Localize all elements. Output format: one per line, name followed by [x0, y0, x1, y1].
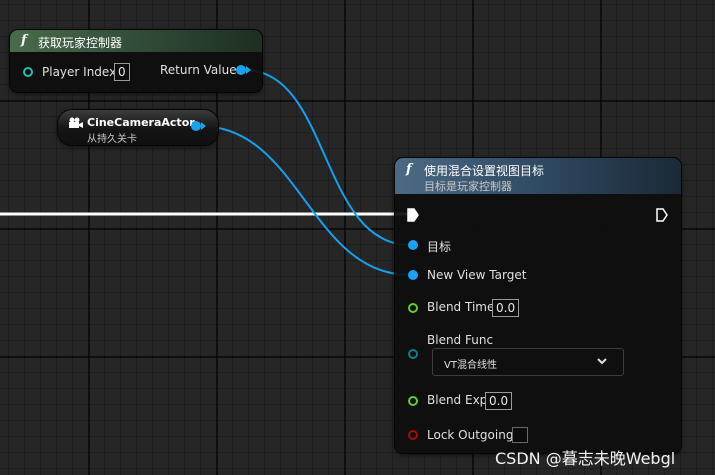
wire-return-value-to-target	[244, 69, 411, 246]
new-view-target-pin[interactable]	[408, 270, 418, 280]
blend-func-dropdown[interactable]: VT混合线性	[432, 348, 624, 376]
blend-time-label: Blend Time	[427, 300, 495, 314]
target-pin[interactable]	[408, 240, 418, 250]
lock-outgoing-checkbox[interactable]	[512, 427, 528, 443]
blend-time-input[interactable]: 0.0	[492, 299, 520, 317]
blend-exp-label: Blend Exp	[427, 393, 488, 407]
blend-func-selected-value: VT混合线性	[444, 360, 497, 371]
blend-time-pin[interactable]	[408, 303, 418, 313]
node-title: 获取玩家控制器	[38, 36, 123, 50]
function-icon: f	[406, 162, 412, 177]
return-value-pin[interactable]	[236, 65, 246, 75]
wire-camera-to-new-view-target	[199, 125, 411, 276]
return-value-arrow-icon	[246, 66, 251, 74]
blend-exp-input[interactable]: 0.0	[485, 392, 513, 410]
target-label: 目标	[427, 240, 452, 254]
player-index-input[interactable]: 0	[114, 63, 130, 81]
return-value-label: Return Value	[160, 63, 237, 77]
camera-output-arrow-icon	[201, 122, 206, 130]
camera-output-pin[interactable]	[191, 121, 201, 131]
blend-func-pin[interactable]	[408, 349, 418, 359]
blend-func-label: Blend Func	[427, 333, 494, 347]
watermark: CSDN @暮志未晚Webgl	[495, 449, 676, 468]
exec-input-pin[interactable]	[407, 208, 419, 222]
blend-exp-pin[interactable]	[408, 396, 418, 406]
lock-outgoing-pin[interactable]	[408, 430, 418, 440]
player-index-pin[interactable]	[23, 67, 33, 77]
exec-output-pin[interactable]	[656, 208, 668, 222]
lock-outgoing-label: Lock Outgoing	[427, 428, 514, 442]
camera-node-title: CineCameraActor	[87, 116, 195, 129]
node-subtitle: 目标是玩家控制器	[424, 180, 512, 193]
get-player-controller-node[interactable]: f 获取玩家控制器 Player Index 0 Return Value	[10, 30, 262, 92]
chevron-down-icon	[597, 358, 607, 365]
function-icon: f	[21, 33, 27, 48]
camera-node-subtitle: 从持久关卡	[87, 134, 137, 145]
camera-icon	[69, 117, 83, 128]
player-index-label: Player Index	[42, 65, 117, 79]
set-view-target-with-blend-node[interactable]: f 使用混合设置视图目标 目标是玩家控制器 目标 New View Target…	[395, 158, 681, 453]
new-view-target-label: New View Target	[427, 268, 527, 282]
node-title: 使用混合设置视图目标	[424, 164, 545, 178]
cine-camera-actor-node[interactable]: CineCameraActor 从持久关卡	[58, 110, 218, 145]
